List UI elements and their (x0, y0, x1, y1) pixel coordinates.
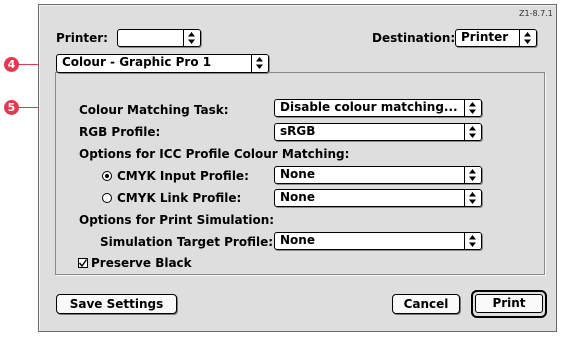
checkmark-icon (78, 259, 88, 268)
preserve-black-checkbox[interactable] (78, 258, 88, 268)
version-label: Z1-8.7.1 (519, 9, 553, 18)
cmyk-input-popup[interactable]: None (274, 166, 482, 184)
print-simulation-heading: Options for Print Simulation: (79, 213, 275, 227)
popup-arrows-icon (464, 167, 481, 183)
popup-arrows-icon (183, 30, 200, 46)
destination-popup[interactable]: Printer (455, 29, 537, 47)
print-button-label: Print (475, 294, 543, 313)
simulation-target-value: None (280, 233, 315, 247)
printer-label: Printer: (56, 31, 108, 45)
popup-arrows-icon (464, 233, 481, 249)
cmyk-link-value: None (280, 190, 315, 204)
icc-options-heading: Options for ICC Profile Colour Matching: (79, 147, 350, 161)
rgb-profile-popup[interactable]: sRGB (274, 123, 482, 141)
destination-popup-value: Printer (461, 30, 509, 44)
print-button[interactable]: Print (471, 290, 547, 318)
cmyk-input-value: None (280, 167, 315, 181)
popup-arrows-icon (464, 100, 481, 116)
printer-popup[interactable] (117, 29, 201, 47)
cmyk-input-radio[interactable] (102, 171, 112, 181)
save-settings-button[interactable]: Save Settings (56, 294, 177, 314)
callout-5-badge: 5 (4, 100, 19, 115)
simulation-target-popup[interactable]: None (274, 232, 482, 250)
panel-popup-value: Colour - Graphic Pro 1 (62, 55, 212, 69)
callout-4-badge: 4 (4, 57, 19, 72)
cmyk-link-popup[interactable]: None (274, 189, 482, 207)
popup-arrows-icon (251, 55, 268, 72)
panel-popup[interactable]: Colour - Graphic Pro 1 (56, 54, 269, 73)
destination-label: Destination: (372, 31, 456, 45)
cmyk-link-label: CMYK Link Profile: (117, 191, 242, 205)
popup-arrows-icon (464, 124, 481, 140)
preserve-black-label: Preserve Black (91, 256, 192, 270)
colour-matching-task-popup[interactable]: Disable colour matching... (274, 99, 482, 117)
cancel-button[interactable]: Cancel (392, 294, 460, 314)
colour-matching-task-value: Disable colour matching... (280, 100, 458, 114)
print-dialog: Z1-8.7.1 Printer: Destination: Printer C… (38, 4, 557, 332)
popup-arrows-icon (464, 190, 481, 206)
popup-arrows-icon (519, 30, 536, 46)
colour-matching-task-label: Colour Matching Task: (79, 103, 229, 117)
cmyk-link-radio[interactable] (102, 193, 112, 203)
simulation-target-label: Simulation Target Profile: (100, 235, 274, 249)
rgb-profile-value: sRGB (280, 124, 316, 138)
cmyk-input-label: CMYK Input Profile: (117, 169, 249, 183)
rgb-profile-label: RGB Profile: (79, 125, 161, 139)
